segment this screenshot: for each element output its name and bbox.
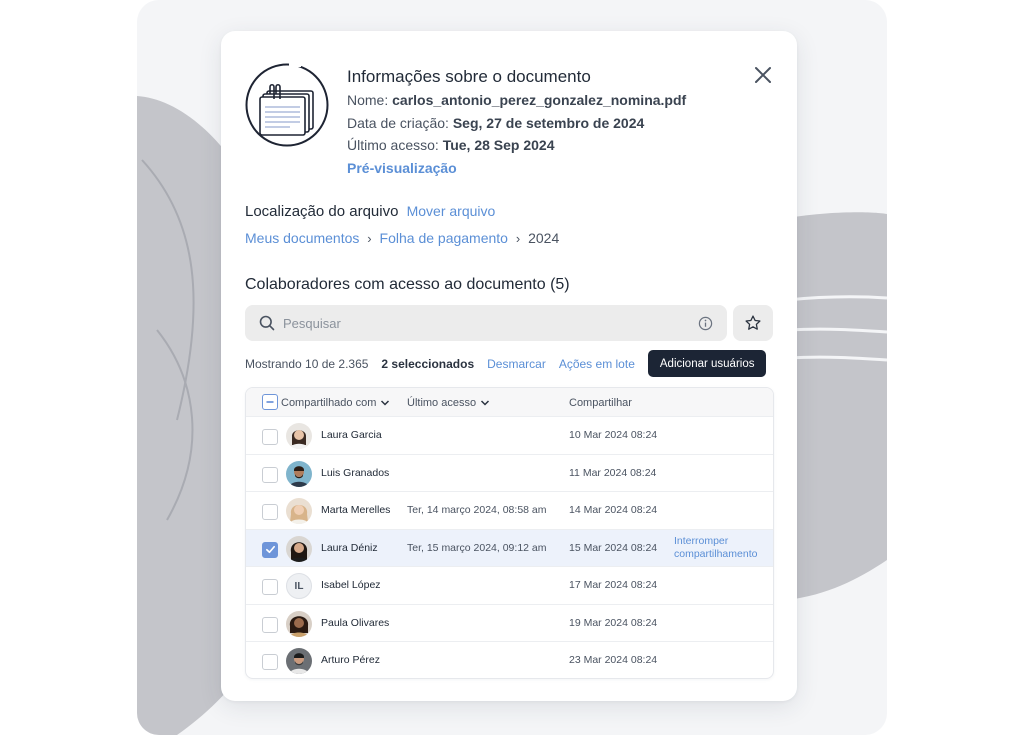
breadcrumb-payroll[interactable]: Folha de pagamento: [380, 230, 508, 246]
favorite-button[interactable]: [733, 305, 773, 341]
avatar: [286, 460, 312, 487]
chevron-down-icon: [380, 398, 390, 408]
collaborators-table: Compartilhado com Último acesso Comparti…: [245, 387, 774, 679]
close-icon: [755, 67, 771, 83]
move-file-link[interactable]: Mover arquivo: [407, 203, 496, 219]
column-last-access-label: Último acesso: [407, 396, 477, 409]
add-users-button[interactable]: Adicionar usuários: [647, 350, 767, 377]
bulk-actions-link[interactable]: Ações em lote: [559, 357, 635, 371]
shared-date-cell: 19 Mar 2024 08:24: [569, 616, 658, 629]
shared-date-cell: 11 Mar 2024 08:24: [569, 466, 657, 479]
row-checkbox[interactable]: [262, 504, 278, 520]
created-value: Seg, 27 de setembro de 2024: [452, 114, 645, 131]
user-name: Luis Granados: [321, 466, 390, 479]
select-all-checkbox[interactable]: [262, 394, 278, 410]
avatar: [286, 535, 312, 562]
close-button[interactable]: [751, 63, 775, 87]
column-share: Compartilhar: [569, 388, 632, 417]
table-row[interactable]: Arturo Pérez 23 Mar 2024 08:24: [246, 642, 773, 678]
column-last-access[interactable]: Último acesso: [407, 388, 490, 417]
row-checkbox[interactable]: [262, 579, 278, 595]
avatar: IL: [286, 573, 312, 599]
avatar: [286, 423, 312, 449]
chevron-right-icon: ›: [515, 231, 521, 246]
search-icon: [259, 315, 275, 331]
user-name: Paula Olivares: [321, 616, 390, 629]
shared-date-cell: 23 Mar 2024 08:24: [569, 654, 658, 666]
name-label: Nome:: [347, 92, 389, 108]
stop-sharing-link[interactable]: Interromper compartilhamento: [674, 535, 757, 561]
location-label: Localização do arquivo: [245, 203, 399, 220]
avatar: [286, 648, 312, 674]
row-checkbox[interactable]: [262, 616, 278, 633]
dialog-title: Informações sobre o documento: [347, 67, 591, 86]
last-access-cell: Ter, 15 março 2024, 09:12 am: [407, 541, 547, 554]
chevron-down-icon: [480, 398, 490, 408]
document-details: Informações sobre o documento Nome: carl…: [347, 65, 747, 179]
column-share-label: Compartilhar: [569, 396, 632, 409]
unselect-link[interactable]: Desmarcar: [487, 357, 546, 371]
column-shared-with[interactable]: Compartilhado com: [281, 388, 390, 417]
table-row[interactable]: Paula Olivares 19 Mar 2024 08:24: [246, 605, 773, 642]
minus-icon: [266, 401, 274, 403]
collaborators-title: Colaboradores com acesso ao documento (5…: [245, 276, 570, 293]
created-row: Data de criação: Seg, 27 de setembro de …: [347, 112, 747, 135]
avatar: [286, 498, 312, 524]
last-access-label: Último acesso:: [347, 137, 439, 153]
info-icon[interactable]: [698, 316, 713, 331]
chevron-right-icon: ›: [367, 231, 372, 246]
row-checkbox[interactable]: [262, 429, 278, 445]
breadcrumb: Meus documentos › Folha de pagamento › 2…: [245, 230, 559, 246]
column-shared-with-label: Compartilhado com: [281, 396, 377, 409]
showing-count: Mostrando 10 de 2.365: [245, 356, 369, 371]
user-name: Laura Déniz: [321, 541, 378, 554]
table-row[interactable]: Laura Garcia 10 Mar 2024 08:24: [246, 417, 773, 455]
created-label: Data de criação:: [347, 114, 449, 131]
row-checkbox[interactable]: [262, 466, 278, 483]
document-info-card: Informações sobre o documento Nome: carl…: [221, 31, 797, 701]
avatar: [286, 610, 312, 637]
last-access-cell: Ter, 14 março 2024, 08:58 am: [407, 504, 547, 516]
stop-sharing-line-2: compartilhamento: [674, 547, 758, 560]
table-row[interactable]: Luis Granados 11 Mar 2024 08:24: [246, 455, 773, 492]
selection-toolbar: Mostrando 10 de 2.365 2 seleccionados De…: [245, 350, 775, 377]
last-access-value: Tue, 28 Sep 2024: [442, 137, 555, 153]
name-value: carlos_antonio_perez_gonzalez_nomina.pdf: [392, 92, 687, 108]
table-row[interactable]: Marta Merelles Ter, 14 março 2024, 08:58…: [246, 492, 773, 530]
row-checkbox[interactable]: [262, 541, 278, 558]
user-name: Marta Merelles: [321, 504, 391, 516]
last-access-row: Último acesso: Tue, 28 Sep 2024: [347, 134, 747, 157]
user-name: Arturo Pérez: [321, 654, 380, 666]
file-location: Localização do arquivo Mover arquivo: [245, 203, 495, 220]
shared-date-cell: 15 Mar 2024 08:24: [569, 541, 658, 554]
stop-sharing-line-1: Interromper: [674, 534, 729, 547]
document-stack-icon: [245, 63, 329, 147]
shared-date-cell: 17 Mar 2024 08:24: [569, 579, 658, 591]
table-header: Compartilhado com Último acesso Comparti…: [246, 388, 773, 417]
user-name: Isabel López: [321, 579, 381, 591]
name-row: Nome: carlos_antonio_perez_gonzalez_nomi…: [347, 89, 747, 112]
search-input[interactable]: Pesquisar: [245, 305, 727, 341]
checkmark-icon: [265, 545, 275, 554]
breadcrumb-my-documents[interactable]: Meus documentos: [245, 230, 359, 246]
table-row[interactable]: Laura Déniz Ter, 15 março 2024, 09:12 am…: [246, 529, 773, 567]
user-name: Laura Garcia: [321, 429, 382, 441]
row-checkbox[interactable]: [262, 654, 278, 670]
search-placeholder: Pesquisar: [283, 315, 341, 331]
star-icon: [745, 315, 761, 330]
selected-count: 2 seleccionados: [381, 356, 475, 371]
breadcrumb-current: 2024: [528, 230, 560, 246]
shared-date-cell: 10 Mar 2024 08:24: [569, 429, 658, 441]
table-row[interactable]: IL Isabel López 17 Mar 2024 08:24: [246, 567, 773, 605]
preview-link[interactable]: Pré-visualização: [347, 157, 747, 180]
shared-date-cell: 14 Mar 2024 08:24: [569, 504, 658, 516]
